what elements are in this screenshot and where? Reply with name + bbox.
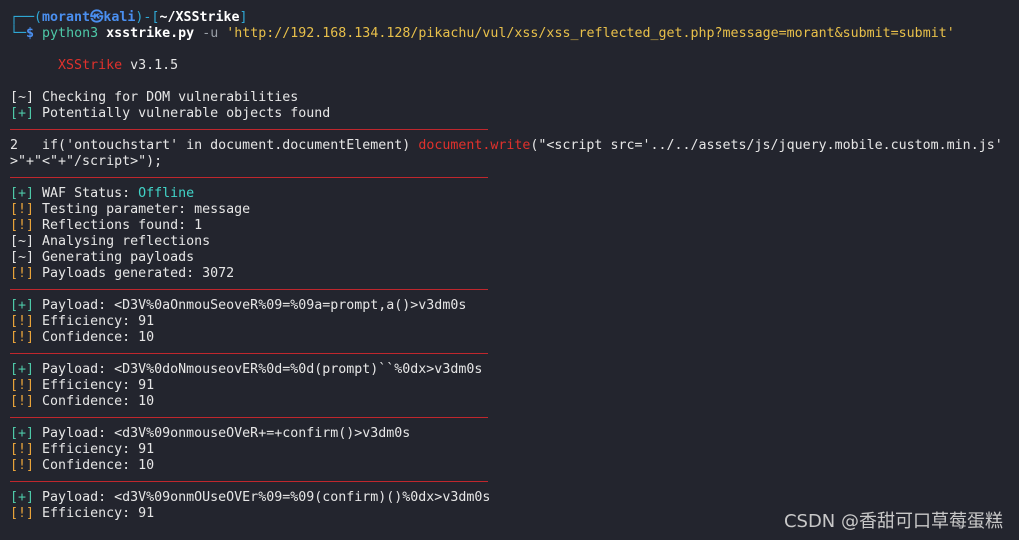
marker-plus: [+]: [10, 426, 35, 441]
marker-plus: [+]: [10, 186, 35, 201]
code-continuation: >"+"<"+"/script>");: [10, 154, 163, 169]
prompt-host: kali: [103, 10, 136, 25]
marker-bang: [!]: [10, 266, 35, 281]
scan-line: [!] Testing parameter: message: [10, 202, 1019, 218]
separator: [10, 289, 488, 290]
payload-line: [+] Payload: <d3V%09onmouseOVeR+=+confir…: [10, 426, 1019, 442]
confidence-text: Confidence: 10: [42, 458, 155, 473]
separator: [10, 129, 488, 130]
efficiency-text: Efficiency: 91: [42, 442, 155, 457]
command-flag: -u: [202, 26, 219, 41]
separator: [10, 353, 488, 354]
scan-line: [~] Generating payloads: [10, 250, 1019, 266]
scan-line: [!] Reflections found: 1: [10, 218, 1019, 234]
command-name: python3: [42, 26, 99, 41]
prompt-user: morant: [42, 10, 91, 25]
code-line-number: 2: [10, 138, 19, 153]
waf-status-value: Offline: [138, 186, 195, 201]
watermark: CSDN @香甜可口草莓蛋糕: [783, 511, 1003, 532]
scan-text: Analysing reflections: [42, 234, 211, 249]
dom-found-text: Potentially vulnerable objects found: [42, 106, 331, 121]
scan-text: WAF Status:: [42, 186, 139, 201]
payload-text: Payload: <d3V%09onmouseOVeR+=+confirm()>…: [42, 426, 411, 441]
confidence-line: [!] Confidence: 10: [10, 458, 1019, 474]
dom-check-text: Checking for DOM vulnerabilities: [42, 90, 299, 105]
dom-check-line: [~] Checking for DOM vulnerabilities: [10, 90, 1019, 106]
marker-tilde: [~]: [10, 234, 35, 249]
marker-bang: [!]: [10, 218, 35, 233]
terminal-output[interactable]: ┌──(morant㉿kali)-[~/XSStrike] └─$ python…: [10, 10, 1019, 522]
payload-text: Payload: <D3V%0doNmouseovER%0d=%0d(promp…: [42, 362, 483, 377]
marker-plus: [+]: [10, 298, 35, 313]
payload-line: [+] Payload: <D3V%0aOnmouSeoveR%09=%09a=…: [10, 298, 1019, 314]
separator: [10, 417, 488, 418]
marker-bang: [!]: [10, 442, 35, 457]
payload-text: Payload: <D3V%0aOnmouSeoveR%09=%09a=prom…: [42, 298, 467, 313]
prompt-line-2: └─$ python3 xsstrike.py -u 'http://192.1…: [10, 26, 1019, 42]
code-text-rest: ("<script src='../../assets/js/jquery.mo…: [530, 138, 1003, 153]
efficiency-line: [!] Efficiency: 91: [10, 378, 1019, 394]
separator: [10, 481, 488, 482]
prompt-line-1: ┌──(morant㉿kali)-[~/XSStrike]: [10, 10, 1019, 26]
scan-text: Payloads generated: 3072: [42, 266, 235, 281]
dom-code-line: 2 if('ontouchstart' in document.document…: [10, 138, 1019, 154]
marker-bang: [!]: [10, 314, 35, 329]
command-script: xsstrike.py: [106, 26, 195, 41]
marker-plus: [+]: [10, 106, 35, 121]
marker-bang: [!]: [10, 378, 35, 393]
marker-bang: [!]: [10, 330, 35, 345]
prompt-corner: ┌──(: [10, 10, 43, 25]
prompt-dollar: $: [26, 26, 35, 41]
marker-bang: [!]: [10, 394, 35, 409]
code-sink-highlight: document.write: [418, 138, 531, 153]
payload-line: [+] Payload: <d3V%09onmOUseOVEr%09=%09(c…: [10, 490, 1019, 506]
scan-text: Testing parameter: message: [42, 202, 251, 217]
separator: [10, 177, 488, 178]
prompt-corner-bottom: └─: [10, 26, 27, 41]
confidence-text: Confidence: 10: [42, 330, 155, 345]
dom-found-line: [+] Potentially vulnerable objects found: [10, 106, 1019, 122]
prompt-bracket: ]: [239, 10, 248, 25]
prompt-directory: ~/XSStrike: [159, 10, 240, 25]
confidence-line: [!] Confidence: 10: [10, 330, 1019, 346]
marker-bang: [!]: [10, 458, 35, 473]
banner: XSStrike v3.1.5: [10, 58, 1019, 74]
command-url: 'http://192.168.134.128/pikachu/vul/xss/…: [226, 26, 955, 41]
prompt-separator: )-[: [135, 10, 160, 25]
confidence-line: [!] Confidence: 10: [10, 394, 1019, 410]
prompt-at-symbol: ㉿: [90, 10, 104, 25]
marker-bang: [!]: [10, 506, 35, 521]
dom-code-cont: >"+"<"+"/script>");: [10, 154, 1019, 170]
efficiency-text: Efficiency: 91: [42, 506, 155, 521]
banner-version: v3.1.5: [130, 58, 179, 73]
marker-bang: [!]: [10, 202, 35, 217]
scan-line: [~] Analysing reflections: [10, 234, 1019, 250]
scan-line: [+] WAF Status: Offline: [10, 186, 1019, 202]
marker-tilde: [~]: [10, 250, 35, 265]
payload-text: Payload: <d3V%09onmOUseOVEr%09=%09(confi…: [42, 490, 491, 505]
scan-text: Generating payloads: [42, 250, 195, 265]
payload-line: [+] Payload: <D3V%0doNmouseovER%0d=%0d(p…: [10, 362, 1019, 378]
efficiency-text: Efficiency: 91: [42, 378, 155, 393]
efficiency-line: [!] Efficiency: 91: [10, 442, 1019, 458]
scan-line: [!] Payloads generated: 3072: [10, 266, 1019, 282]
scan-text: Reflections found: 1: [42, 218, 203, 233]
efficiency-line: [!] Efficiency: 91: [10, 314, 1019, 330]
marker-plus: [+]: [10, 490, 35, 505]
confidence-text: Confidence: 10: [42, 394, 155, 409]
efficiency-text: Efficiency: 91: [42, 314, 155, 329]
code-text: if('ontouchstart' in document.documentEl…: [42, 138, 419, 153]
marker-plus: [+]: [10, 362, 35, 377]
marker-tilde: [~]: [10, 90, 35, 105]
banner-name: XSStrike: [58, 58, 123, 73]
